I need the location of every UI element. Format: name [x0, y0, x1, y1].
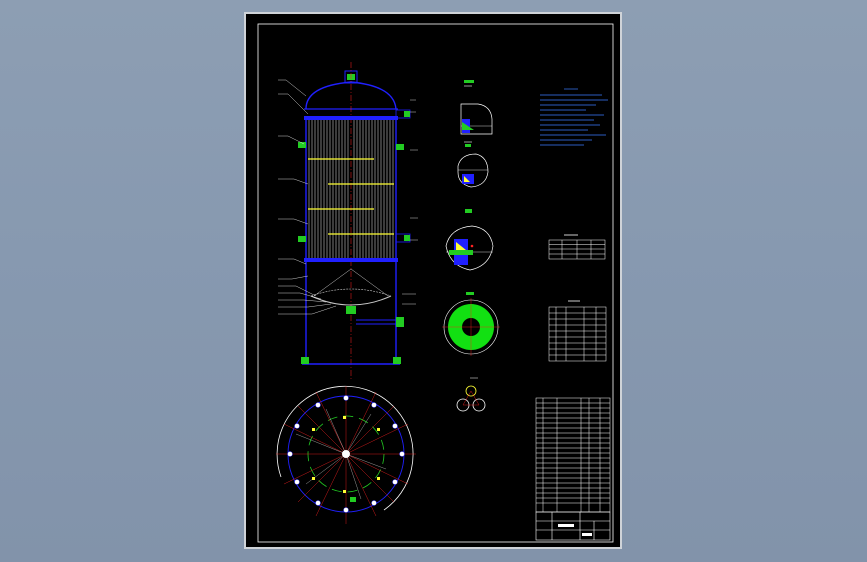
flange-view [442, 292, 500, 356]
detail-view-1 [460, 80, 493, 135]
title-block [535, 511, 611, 541]
parts-list-table [535, 397, 611, 513]
design-data-table [548, 234, 606, 260]
main-elevation-view [278, 62, 418, 379]
nozzle-table [548, 300, 607, 362]
detail-view-3 [445, 209, 494, 271]
tube-pattern-view [456, 377, 486, 412]
section-plan-view [276, 385, 416, 524]
technical-notes [540, 88, 608, 146]
drawing-sheet [244, 12, 622, 549]
detail-view-2 [457, 141, 489, 188]
inner-border [257, 23, 614, 543]
cad-drawing [257, 23, 614, 543]
